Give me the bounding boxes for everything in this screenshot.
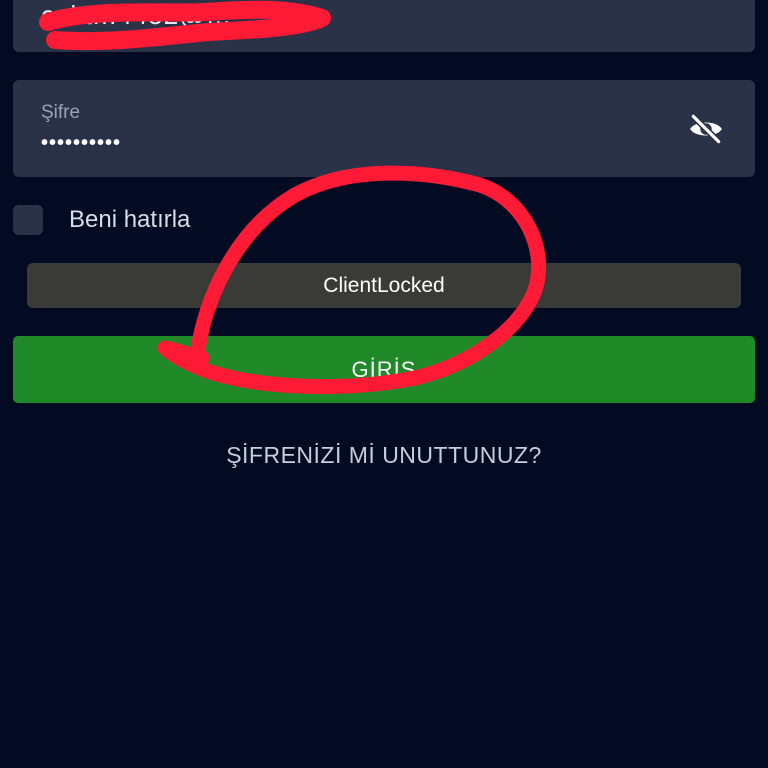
- remember-me-label: Beni hatırla: [69, 206, 191, 233]
- remember-me-checkbox[interactable]: [13, 205, 43, 235]
- login-button[interactable]: GİRİŞ: [13, 336, 755, 403]
- password-value: ••••••••••: [41, 132, 122, 154]
- eye-off-icon: [690, 113, 722, 145]
- password-field[interactable]: Şifre ••••••••••: [13, 80, 755, 177]
- error-toast: ClientLocked: [27, 263, 741, 308]
- password-visibility-toggle[interactable]: [687, 110, 725, 148]
- username-field[interactable]: ozkt...4452@...: [13, 0, 755, 52]
- password-label: Şifre: [41, 102, 81, 123]
- error-message: ClientLocked: [323, 273, 445, 297]
- username-value: ozkt...4452@...: [41, 0, 232, 30]
- forgot-password-link[interactable]: ŞİFRENİZİ Mİ UNUTTUNUZ?: [0, 442, 768, 469]
